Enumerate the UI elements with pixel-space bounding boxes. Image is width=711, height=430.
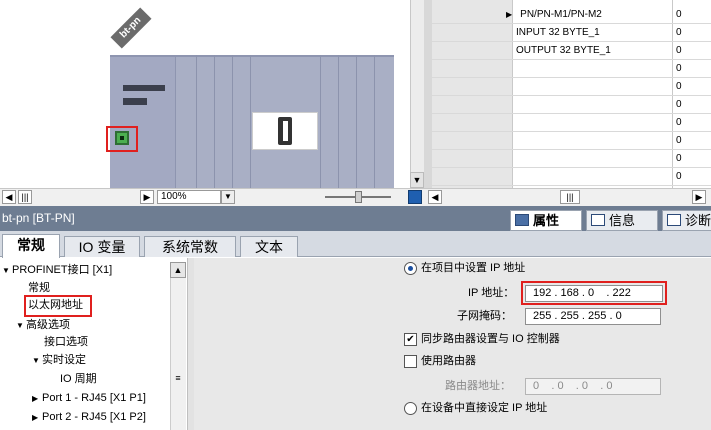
tab-general[interactable]: 常规 (2, 234, 60, 258)
tree-item-port2[interactable]: ▶ Port 2 - RJ45 [X1 P2] (32, 409, 146, 426)
tab-properties-label: 属性 (533, 213, 560, 228)
rack-slot-divider (320, 55, 321, 188)
tab-io-variables[interactable]: IO 变量 (64, 236, 140, 257)
rack-slot-divider (232, 55, 233, 188)
expand-icon[interactable]: ▶ (32, 409, 42, 426)
overview-navigation-icon[interactable] (408, 190, 422, 204)
inspector-title: bt-pn [BT-PN] (2, 211, 75, 225)
scroll-right-icon[interactable]: ▶ (140, 190, 154, 204)
table-gutter (424, 0, 432, 188)
radio-set-ip-on-device[interactable] (404, 402, 417, 415)
rack-head-module[interactable] (110, 55, 176, 188)
rack-slot-divider (214, 55, 215, 188)
expand-icon[interactable]: ▶ (32, 390, 42, 407)
tree-item-realtime-settings[interactable]: ▼ 实时设定 (32, 352, 86, 369)
zoom-select[interactable]: 100% (157, 190, 221, 204)
checkbox-sync-router[interactable]: ✔ (404, 333, 417, 346)
expand-icon[interactable]: ▼ (16, 317, 26, 334)
module-icon-inner (283, 121, 288, 141)
row-value: 0 (676, 63, 682, 74)
rack-top-line (110, 55, 394, 57)
table-row[interactable]: ▶ PN/PN-M1/PN-M2 0 (432, 6, 711, 24)
row-label: OUTPUT 32 BYTE_1 (516, 45, 611, 56)
scroll-down-icon[interactable]: ▼ (410, 172, 424, 188)
table-row[interactable]: 0 (432, 150, 711, 168)
tab-info[interactable]: 信息 (586, 210, 658, 231)
radio-set-ip-in-project-label: 在项目中设置 IP 地址 (421, 262, 526, 274)
ip-highlight-box (521, 281, 667, 305)
table-row[interactable]: 0 (432, 60, 711, 78)
checkbox-sync-router-label: 同步路由器设置与 IO 控制器 (421, 333, 560, 345)
table-row[interactable]: 0 (432, 78, 711, 96)
expand-icon[interactable]: ▼ (2, 262, 12, 279)
row-value: 0 (676, 171, 682, 182)
tab-info-label: 信息 (609, 213, 636, 228)
tree-item-interface-options[interactable]: 接口选项 (44, 334, 88, 351)
row-value: 0 (676, 117, 682, 128)
ip-address-label: IP 地址： (468, 287, 515, 299)
tree-scrollbar[interactable] (170, 262, 186, 430)
subnet-mask-field[interactable]: 255 . 255 . 255 . 0 (525, 308, 661, 325)
table-row[interactable]: OUTPUT 32 BYTE_1 0 (432, 42, 711, 60)
tab-properties[interactable]: 属性 (510, 210, 582, 231)
row-label: ▶ PN/PN-M1/PN-M2 (506, 6, 602, 24)
tab-diagnostics[interactable]: 诊断 (662, 210, 711, 231)
module-indicator-bar (123, 85, 165, 91)
scroll-thumb[interactable]: ||| (18, 190, 32, 204)
row-value: 0 (676, 135, 682, 146)
scroll-up-icon[interactable]: ▲ (170, 262, 186, 278)
row-label: INPUT 32 BYTE_1 (516, 27, 600, 38)
table-row[interactable]: 0 (432, 132, 711, 150)
scroll-left-icon[interactable]: ◀ (428, 190, 442, 204)
device-label[interactable]: bt-pn (110, 7, 152, 49)
rack-slot-divider (356, 55, 357, 188)
device-view: bt-pn (0, 0, 410, 188)
info-icon (591, 214, 605, 226)
scroll-right-icon[interactable]: ▶ (692, 190, 706, 204)
tree-item-port1[interactable]: ▶ Port 1 - RJ45 [X1 P1] (32, 390, 146, 407)
scroll-thumb[interactable]: ||| (560, 190, 580, 204)
router-address-field: 0 . 0 . 0 . 0 (525, 378, 661, 395)
expand-icon[interactable]: ▼ (32, 352, 42, 369)
checkbox-use-router-label: 使用路由器 (421, 355, 476, 367)
rack-slot-divider (374, 55, 375, 188)
row-value: 0 (676, 81, 682, 92)
row-value: 0 (676, 99, 682, 110)
rack-slot-divider (196, 55, 197, 188)
chevron-down-icon[interactable]: ▼ (221, 190, 235, 204)
tree-item-profinet-interface[interactable]: ▼ PROFINET接口 [X1] (2, 262, 112, 279)
subnet-mask-label: 子网掩码： (457, 310, 512, 322)
module-indicator-bar (123, 98, 147, 105)
device-view-vscroll[interactable] (410, 0, 424, 188)
radio-set-ip-in-project[interactable] (404, 262, 417, 275)
tree-item-io-cycle[interactable]: IO 周期 (60, 371, 97, 388)
scroll-grip-icon[interactable]: ≡ (172, 372, 184, 384)
table-row[interactable]: 0 (432, 96, 711, 114)
checkbox-use-router[interactable] (404, 355, 417, 368)
table-row[interactable]: 0 (432, 168, 711, 186)
zoom-slider-thumb[interactable] (355, 191, 362, 203)
tree-item-advanced-options[interactable]: ▼ 高级选项 (16, 317, 70, 334)
scroll-left-icon[interactable]: ◀ (2, 190, 16, 204)
row-value: 0 (676, 27, 682, 38)
row-value: 0 (676, 45, 682, 56)
row-value: 0 (676, 9, 682, 20)
rack-slot-divider (250, 55, 251, 188)
router-address-label: 路由器地址： (445, 380, 511, 392)
tab-system-constants[interactable]: 系统常数 (144, 236, 236, 257)
row-value: 0 (676, 153, 682, 164)
diagnostics-icon (667, 214, 681, 226)
properties-icon (515, 214, 529, 226)
table-row[interactable]: 0 (432, 114, 711, 132)
table-row[interactable]: INPUT 32 BYTE_1 0 (432, 24, 711, 42)
port-highlight-box (106, 126, 138, 152)
tab-texts[interactable]: 文本 (240, 236, 298, 257)
expand-icon[interactable]: ▶ (506, 10, 512, 19)
row-label-text: PN/PN-M1/PN-M2 (520, 9, 602, 20)
tree-selection-highlight (24, 295, 92, 317)
tab-diagnostics-label: 诊断 (685, 213, 711, 228)
radio-set-ip-on-device-label: 在设备中直接设定 IP 地址 (421, 402, 548, 414)
rack-slot-divider (338, 55, 339, 188)
